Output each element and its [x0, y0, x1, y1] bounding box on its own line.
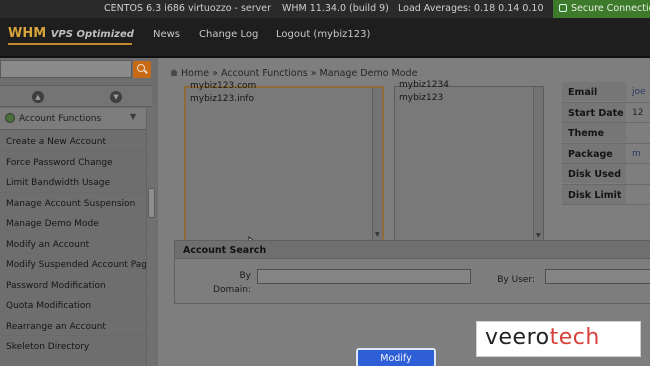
domain-option[interactable]: mybiz123.info	[190, 94, 254, 104]
info-value[interactable]: m	[632, 149, 641, 159]
info-row-disk-limit: Disk Limit	[562, 184, 650, 205]
home-icon[interactable]	[170, 69, 178, 76]
breadcrumb-section[interactable]: Account Functions	[221, 68, 308, 79]
info-key: Theme	[562, 123, 626, 142]
main-content: Home » Account Functions » Manage Demo M…	[158, 58, 650, 366]
info-row-start-date: Start Date 12	[562, 102, 650, 123]
info-row-package: Package m	[562, 143, 650, 164]
search-icon	[137, 64, 145, 72]
account-info-table: Email joe Start Date 12 Theme Package m …	[562, 82, 650, 205]
by-user-label: By User:	[497, 275, 535, 285]
by-user-input[interactable]	[545, 269, 650, 284]
sidebar-item-modify-account[interactable]: Modify an Account	[0, 234, 146, 254]
info-value: 12	[632, 107, 644, 118]
category-label: Account Functions	[19, 114, 102, 124]
info-key: Email	[562, 82, 626, 101]
modify-button[interactable]: Modify	[356, 348, 436, 366]
logo-text: WHM	[8, 26, 47, 41]
info-row-disk-used: Disk Used	[562, 164, 650, 185]
sidebar-item-manage-suspension[interactable]: Manage Account Suspension	[0, 193, 146, 213]
by-domain-label-2: Domain:	[213, 285, 251, 295]
sidebar-scroll-thumb[interactable]	[148, 188, 155, 218]
logo-subtitle: VPS Optimized	[50, 29, 134, 40]
logo-underline	[8, 43, 132, 45]
sidebar-item-modify-suspended-page[interactable]: Modify Suspended Account Page	[0, 254, 153, 275]
sidebar-scrollbar[interactable]	[146, 108, 156, 366]
user-option[interactable]: mybiz123	[399, 93, 443, 103]
user-listbox-scrollbar[interactable]: ▼	[533, 87, 543, 241]
info-row-email: Email joe	[562, 82, 650, 103]
load-averages: Load Averages: 0.18 0.14 0.10	[398, 3, 544, 14]
nav-logout[interactable]: Logout (mybiz123)	[276, 29, 370, 40]
info-value[interactable]: joe	[632, 87, 646, 97]
sidebar-item-password-modification[interactable]: Password Modification	[0, 275, 146, 295]
chevron-down-icon: ▼	[130, 112, 137, 121]
nav-news[interactable]: News	[153, 29, 180, 40]
whm-version: WHM 11.34.0 (build 9)	[282, 3, 389, 14]
sidebar-search-button[interactable]	[133, 61, 151, 78]
sidebar-item-manage-demo-mode[interactable]: Manage Demo Mode	[0, 213, 146, 234]
expand-all-icon[interactable]: ▲	[32, 91, 44, 103]
sidebar-item-rearrange-account[interactable]: Rearrange an Account	[0, 316, 146, 336]
breadcrumb: Home » Account Functions » Manage Demo M…	[170, 68, 417, 79]
account-functions-icon	[5, 113, 15, 123]
server-status-bar: CENTOS 6.3 i686 virtuozzo - server WHM 1…	[0, 0, 650, 18]
watermark-logo: veerotech	[485, 325, 600, 350]
by-domain-label: By	[239, 271, 251, 281]
domain-listbox[interactable]: mybiz123.com mybiz123.info ▼	[184, 81, 384, 250]
user-option[interactable]: mybiz1234	[399, 80, 449, 90]
veerotech-watermark: veerotech	[476, 321, 641, 357]
info-key: Disk Used	[562, 164, 626, 183]
whm-logo[interactable]: WHM VPS Optimized	[8, 26, 134, 41]
sidebar-menu: Create a New Account Force Password Chan…	[0, 131, 153, 357]
sidebar-item-skeleton-directory[interactable]: Skeleton Directory	[0, 336, 146, 357]
by-domain-input[interactable]	[257, 269, 471, 284]
sidebar: ▲ ▼ Account Functions ▼ Create a New Acc…	[0, 58, 158, 366]
breadcrumb-home[interactable]: Home	[181, 68, 209, 79]
secure-connection-badge: Secure Connection	[553, 0, 650, 18]
domain-option[interactable]: mybiz123.com	[190, 81, 256, 91]
breadcrumb-separator: »	[310, 68, 317, 79]
info-key: Start Date	[562, 102, 626, 122]
user-listbox[interactable]: mybiz1234 mybiz123 ▼	[394, 80, 544, 242]
sidebar-category-account-functions[interactable]: Account Functions ▼	[0, 108, 146, 130]
account-search-panel: Account Search By Domain: By User:	[174, 240, 650, 304]
secure-connection-label: Secure Connection	[571, 3, 650, 14]
account-search-title: Account Search	[175, 241, 650, 259]
info-row-theme: Theme	[562, 123, 650, 144]
sidebar-collapse-row: ▲ ▼	[0, 85, 152, 107]
info-key: Package	[562, 143, 626, 163]
scroll-down-icon[interactable]: ▼	[375, 231, 380, 238]
top-header: WHM VPS Optimized News Change Log Logout…	[0, 18, 650, 58]
breadcrumb-current: Manage Demo Mode	[319, 68, 418, 79]
sidebar-item-quota-modification[interactable]: Quota Modification	[0, 295, 146, 316]
sidebar-item-force-password-change[interactable]: Force Password Change	[0, 152, 146, 172]
nav-change-log[interactable]: Change Log	[199, 29, 258, 40]
os-info: CENTOS 6.3 i686 virtuozzo - server	[104, 3, 272, 14]
scroll-down-icon[interactable]: ▼	[536, 232, 541, 239]
info-key: Disk Limit	[562, 184, 626, 204]
collapse-all-icon[interactable]: ▼	[110, 91, 122, 103]
sidebar-item-limit-bandwidth[interactable]: Limit Bandwidth Usage	[0, 172, 146, 193]
sidebar-item-create-account[interactable]: Create a New Account	[0, 131, 146, 152]
sidebar-search-input[interactable]	[0, 60, 132, 78]
lock-icon	[559, 4, 567, 12]
domain-listbox-scrollbar[interactable]: ▼	[372, 88, 382, 240]
breadcrumb-separator: »	[212, 68, 218, 79]
